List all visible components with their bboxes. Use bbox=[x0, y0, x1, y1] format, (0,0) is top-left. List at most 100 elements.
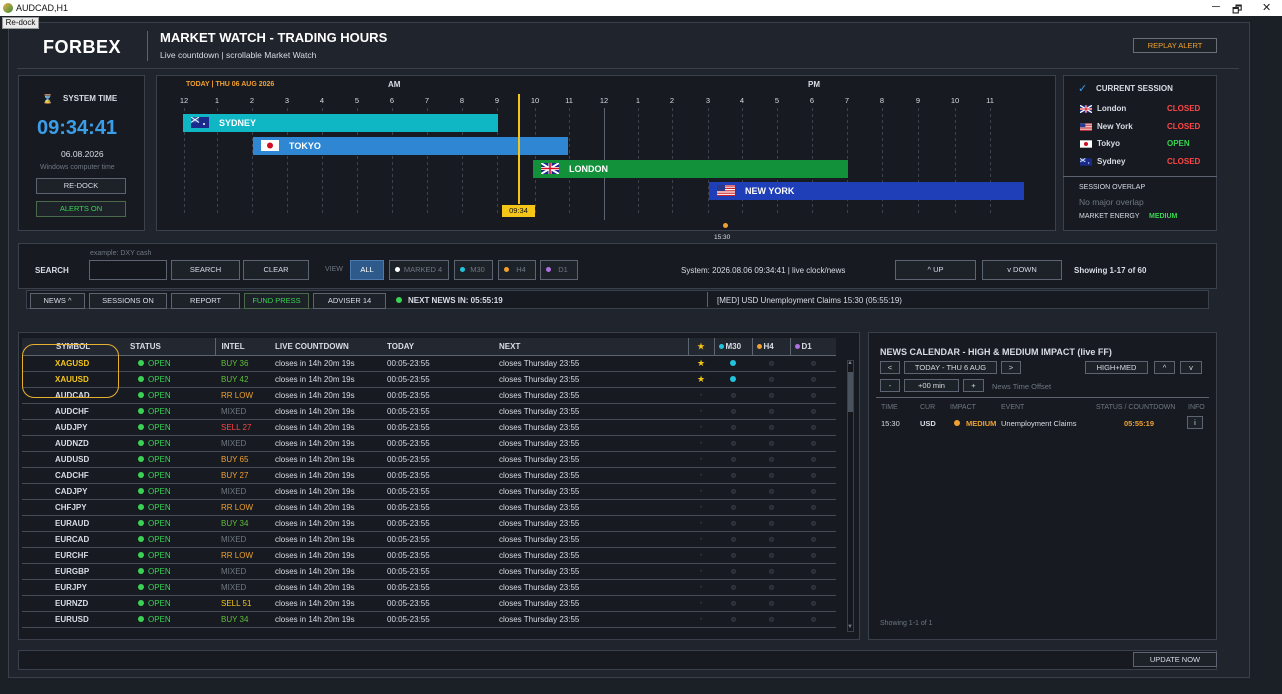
news-date-button[interactable]: TODAY - THU 6 AUG bbox=[904, 361, 997, 374]
d1-cell[interactable] bbox=[790, 387, 836, 404]
star-empty-icon[interactable]: * bbox=[700, 458, 702, 464]
table-row[interactable]: EURAUD OPEN BUY 34 closes in 14h 20m 19s 00:… bbox=[22, 515, 836, 532]
m30-cell[interactable] bbox=[714, 403, 752, 420]
m30-cell[interactable] bbox=[714, 387, 752, 404]
d1-empty-icon[interactable] bbox=[810, 360, 816, 366]
star-empty-icon[interactable]: * bbox=[700, 586, 702, 592]
d1-empty-icon[interactable] bbox=[810, 408, 816, 414]
symbol-cell[interactable]: AUDCHF bbox=[22, 403, 130, 420]
star-cell[interactable]: * bbox=[688, 483, 714, 500]
d1-cell[interactable] bbox=[790, 403, 836, 420]
star-cell[interactable]: * bbox=[688, 467, 714, 484]
symbol-cell[interactable]: CADJPY bbox=[22, 483, 130, 500]
h4-empty-icon[interactable] bbox=[768, 456, 774, 462]
news-scroll-down-button[interactable]: v bbox=[1180, 361, 1202, 374]
d1-empty-icon[interactable] bbox=[810, 456, 816, 462]
symbol-cell[interactable]: EURNZD bbox=[22, 595, 130, 612]
star-empty-icon[interactable]: * bbox=[700, 618, 702, 624]
d1-empty-icon[interactable] bbox=[810, 504, 816, 510]
d1-cell[interactable] bbox=[790, 563, 836, 580]
table-row[interactable]: AUDUSD OPEN BUY 65 closes in 14h 20m 19s 00:… bbox=[22, 451, 836, 468]
symbol-cell[interactable]: CHFJPY bbox=[22, 499, 130, 516]
view-d1-button[interactable]: D1 bbox=[540, 260, 578, 280]
table-row[interactable]: AUDNZD OPEN MIXED closes in 14h 20m 19s 00:0… bbox=[22, 435, 836, 452]
h4-cell[interactable] bbox=[752, 563, 790, 580]
star-empty-icon[interactable]: * bbox=[700, 394, 702, 400]
star-cell[interactable]: * bbox=[688, 435, 714, 452]
symbol-cell[interactable]: EURGBP bbox=[22, 563, 130, 580]
scroll-down-arrow-icon[interactable]: ▼ bbox=[847, 624, 853, 630]
news-prev-day-button[interactable]: < bbox=[880, 361, 900, 374]
d1-empty-icon[interactable] bbox=[810, 616, 816, 622]
h4-cell[interactable] bbox=[752, 547, 790, 564]
symbol-cell[interactable]: AUDUSD bbox=[22, 451, 130, 468]
h4-empty-icon[interactable] bbox=[768, 536, 774, 542]
news-filter-button[interactable]: HIGH+MED bbox=[1085, 361, 1148, 374]
table-row[interactable]: EURNZD OPEN SELL 51 closes in 14h 20m 19s 00… bbox=[22, 595, 836, 612]
m30-cell[interactable] bbox=[714, 515, 752, 532]
m30-empty-icon[interactable] bbox=[730, 552, 736, 558]
col-today-header[interactable]: TODAY bbox=[387, 338, 499, 356]
close-icon[interactable]: ✕ bbox=[1262, 1, 1271, 14]
h4-empty-icon[interactable] bbox=[768, 600, 774, 606]
m30-cell[interactable] bbox=[714, 435, 752, 452]
star-empty-icon[interactable]: * bbox=[700, 426, 702, 432]
view-marked-button[interactable]: MARKED 4 bbox=[389, 260, 449, 280]
star-filled-icon[interactable]: ★ bbox=[697, 358, 705, 368]
col-next-header[interactable]: NEXT bbox=[499, 338, 688, 356]
star-empty-icon[interactable]: * bbox=[700, 522, 702, 528]
d1-cell[interactable] bbox=[790, 355, 836, 372]
d1-empty-icon[interactable] bbox=[810, 472, 816, 478]
d1-cell[interactable] bbox=[790, 451, 836, 468]
scroll-up-arrow-icon[interactable]: ▲ bbox=[847, 360, 853, 366]
table-row[interactable]: XAUUSD OPEN BUY 42 closes in 14h 20m 19s 00:… bbox=[22, 371, 836, 388]
d1-empty-icon[interactable] bbox=[810, 376, 816, 382]
h4-cell[interactable] bbox=[752, 595, 790, 612]
table-row[interactable]: AUDCHF OPEN MIXED closes in 14h 20m 19s 00:0… bbox=[22, 403, 836, 420]
update-now-button[interactable]: UPDATE NOW bbox=[1133, 652, 1217, 667]
m30-empty-icon[interactable] bbox=[730, 584, 736, 590]
search-input[interactable] bbox=[89, 260, 167, 280]
d1-cell[interactable] bbox=[790, 371, 836, 388]
d1-empty-icon[interactable] bbox=[810, 600, 816, 606]
table-row[interactable]: EURCHF OPEN RR LOW closes in 14h 20m 19s 00:… bbox=[22, 547, 836, 564]
h4-empty-icon[interactable] bbox=[768, 520, 774, 526]
star-filled-icon[interactable]: ★ bbox=[697, 374, 705, 384]
m30-marked-icon[interactable] bbox=[730, 359, 736, 366]
star-empty-icon[interactable]: * bbox=[700, 410, 702, 416]
h4-cell[interactable] bbox=[752, 371, 790, 388]
h4-empty-icon[interactable] bbox=[768, 392, 774, 398]
star-empty-icon[interactable]: * bbox=[700, 474, 702, 480]
h4-cell[interactable] bbox=[752, 403, 790, 420]
h4-cell[interactable] bbox=[752, 579, 790, 596]
col-d1-header[interactable]: D1 bbox=[789, 338, 836, 356]
m30-cell[interactable] bbox=[714, 355, 752, 372]
m30-cell[interactable] bbox=[714, 563, 752, 580]
m30-cell[interactable] bbox=[714, 595, 752, 612]
table-row[interactable]: EURJPY OPEN MIXED closes in 14h 20m 19s 00:0… bbox=[22, 579, 836, 596]
d1-cell[interactable] bbox=[790, 467, 836, 484]
col-status-header[interactable]: STATUS bbox=[130, 338, 215, 356]
table-row[interactable]: CHFJPY OPEN RR LOW closes in 14h 20m 19s 00:… bbox=[22, 499, 836, 516]
star-empty-icon[interactable]: * bbox=[700, 490, 702, 496]
h4-empty-icon[interactable] bbox=[768, 360, 774, 366]
h4-empty-icon[interactable] bbox=[768, 616, 774, 622]
d1-cell[interactable] bbox=[790, 579, 836, 596]
star-cell[interactable]: * bbox=[688, 419, 714, 436]
star-cell[interactable]: * bbox=[688, 515, 714, 532]
d1-cell[interactable] bbox=[790, 419, 836, 436]
h4-empty-icon[interactable] bbox=[768, 376, 774, 382]
star-cell[interactable]: * bbox=[688, 387, 714, 404]
news-scroll-up-button[interactable]: ^ bbox=[1154, 361, 1175, 374]
star-empty-icon[interactable]: * bbox=[700, 554, 702, 560]
col-countdown-header[interactable]: LIVE COUNTDOWN bbox=[275, 338, 387, 356]
redock-button[interactable]: RE-DOCK bbox=[36, 178, 126, 194]
m30-cell[interactable] bbox=[714, 547, 752, 564]
star-empty-icon[interactable]: * bbox=[700, 506, 702, 512]
h4-cell[interactable] bbox=[752, 611, 790, 628]
h4-cell[interactable] bbox=[752, 419, 790, 436]
news-toggle-button[interactable]: NEWS ^ bbox=[30, 293, 85, 309]
h4-empty-icon[interactable] bbox=[768, 584, 774, 590]
h4-cell[interactable] bbox=[752, 387, 790, 404]
d1-cell[interactable] bbox=[790, 611, 836, 628]
